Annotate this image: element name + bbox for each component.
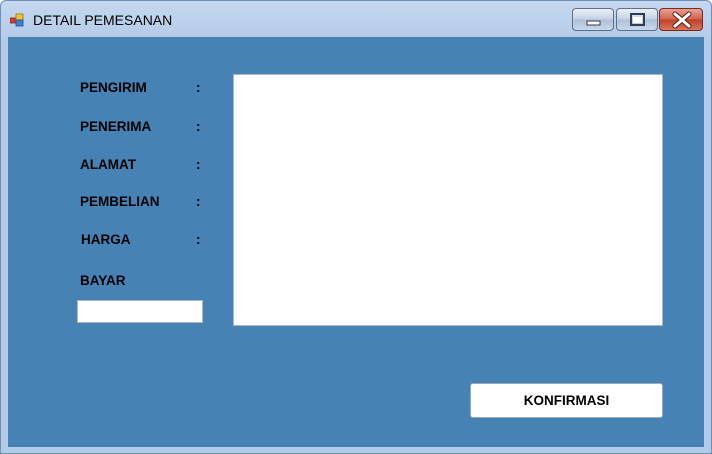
colon-penerima: :: [196, 119, 201, 134]
minimize-button[interactable]: [572, 8, 614, 31]
app-window: DETAIL PEMESANAN PENGIRIM : PENERIMA : A…: [0, 0, 712, 454]
maximize-icon: [630, 13, 645, 26]
windows-form-icon[interactable]: [9, 13, 26, 27]
label-bayar: BAYAR: [80, 273, 126, 288]
label-harga: HARGA: [81, 232, 131, 247]
minimize-icon: [586, 20, 601, 26]
colon-pengirim: :: [196, 80, 201, 95]
label-alamat: ALAMAT: [80, 157, 136, 172]
close-button[interactable]: [659, 8, 703, 31]
form-panel: PENGIRIM : PENERIMA : ALAMAT : PEMBELIAN…: [8, 37, 704, 447]
close-icon: [672, 11, 692, 29]
label-pembelian: PEMBELIAN: [80, 194, 160, 209]
colon-alamat: :: [196, 157, 201, 172]
label-pengirim: PENGIRIM: [80, 80, 147, 95]
label-penerima: PENERIMA: [80, 119, 152, 134]
maximize-button[interactable]: [616, 8, 658, 31]
colon-harga: :: [196, 232, 201, 247]
order-details-textbox[interactable]: [233, 74, 663, 326]
colon-pembelian: :: [196, 194, 201, 209]
window-title: DETAIL PEMESANAN: [33, 12, 173, 28]
konfirmasi-button[interactable]: KONFIRMASI: [470, 383, 663, 418]
title-bar[interactable]: DETAIL PEMESANAN: [1, 1, 711, 37]
bayar-input[interactable]: [77, 300, 203, 323]
